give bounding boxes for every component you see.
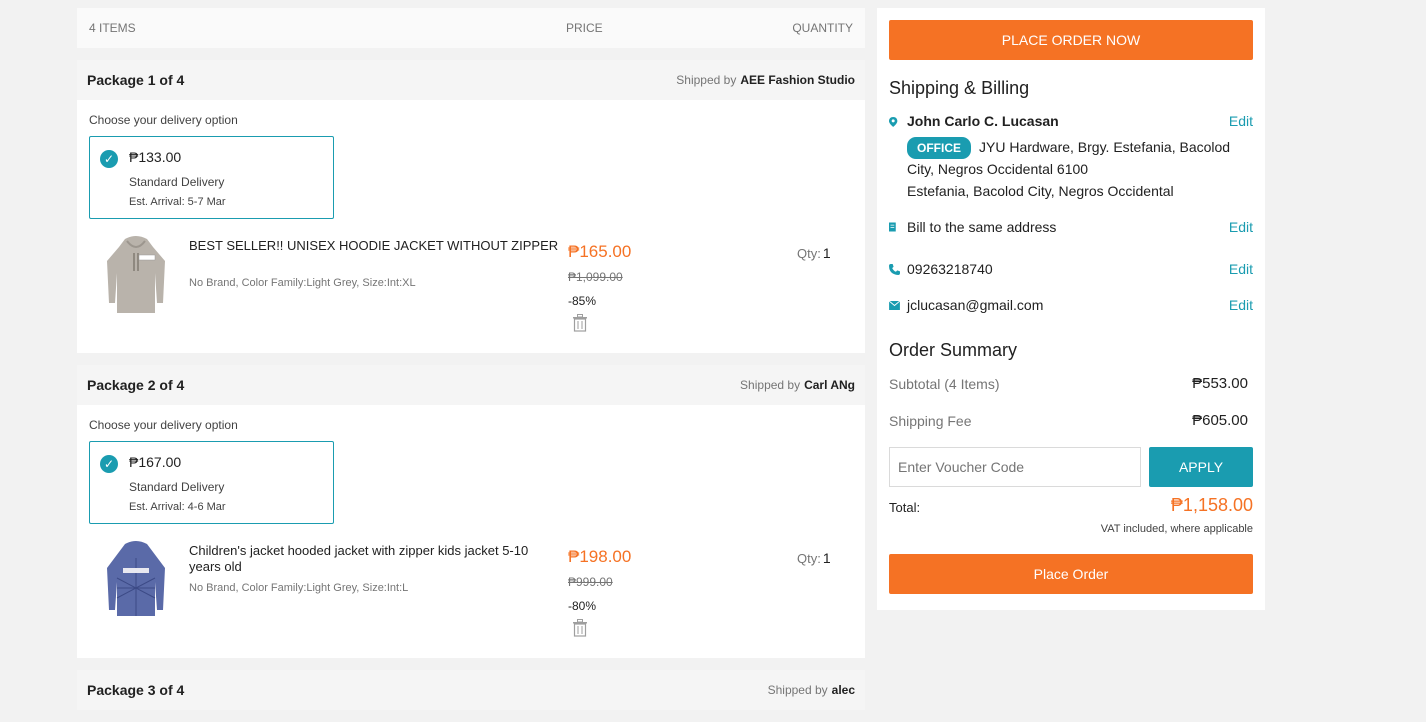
cart-header: 4 ITEMS PRICE QUANTITY (77, 8, 865, 48)
package-body: Choose your delivery option ✓ ₱167.00 St… (77, 405, 865, 658)
cart-column: 4 ITEMS PRICE QUANTITY Package 1 of 4 Sh… (77, 8, 865, 710)
shipping-fee-label: Shipping Fee (889, 413, 972, 429)
product-price: ₱198.00 (568, 547, 632, 566)
delivery-type: Standard Delivery (129, 175, 225, 189)
mail-icon (889, 301, 900, 310)
email-row: jclucasan@gmail.com Edit (889, 297, 1253, 313)
product-variant: No Brand, Color Family:Light Grey, Size:… (189, 582, 409, 594)
subtotal-row: Subtotal (4 Items) ₱553.00 (889, 375, 1253, 392)
delivery-option-card[interactable]: ✓ ₱167.00 Standard Delivery Est. Arrival… (89, 441, 334, 524)
trash-icon[interactable] (572, 619, 588, 637)
vat-note: VAT included, where applicable (1100, 523, 1253, 535)
product-title[interactable]: BEST SELLER!! UNISEX HOODIE JACKET WITHO… (189, 238, 559, 254)
package-2: Package 2 of 4 Shipped by Carl ANg Choose… (77, 365, 865, 658)
subtotal-value: ₱553.00 (1192, 375, 1248, 392)
delivery-price: ₱167.00 (129, 454, 182, 470)
package-header: Package 2 of 4 Shipped by Carl ANg (77, 365, 865, 405)
shipped-by-label: Shipped by (740, 378, 801, 392)
phone-icon (889, 264, 900, 275)
delivery-option-card[interactable]: ✓ ₱133.00 Standard Delivery Est. Arrival… (89, 136, 334, 219)
product-variant: No Brand, Color Family:Light Grey, Size:… (189, 277, 416, 289)
shipped-by: Shipped by Carl ANg (740, 378, 855, 392)
seller-name[interactable]: alec (832, 683, 855, 697)
shipping-address: John Carlo C. Lucasan Edit OFFICE JYU Har… (889, 113, 1253, 201)
shipped-by: Shipped by AEE Fashion Studio (676, 73, 855, 87)
edit-email-link[interactable]: Edit (1229, 297, 1253, 313)
quantity-label: Qty: (797, 246, 821, 261)
quantity-column-header: QUANTITY (792, 21, 853, 35)
location-pin-icon (889, 117, 898, 127)
phone-number: 09263218740 (907, 261, 993, 277)
address-line2: Estefania, Bacolod City, Negros Occident… (907, 183, 1174, 199)
place-order-button[interactable]: Place Order (889, 554, 1253, 594)
seller-name[interactable]: Carl ANg (804, 378, 855, 392)
order-summary-panel: PLACE ORDER NOW Shipping & Billing John … (877, 8, 1265, 610)
trash-icon[interactable] (572, 314, 588, 332)
total-label: Total: (889, 500, 921, 515)
product-original-price: ₱1,099.00 (568, 270, 623, 284)
edit-address-link[interactable]: Edit (1229, 113, 1253, 129)
bill-same-address: Bill to the same address (907, 219, 1057, 235)
shipped-by: Shipped by alec (768, 683, 855, 697)
billing-row: Bill to the same address Edit (889, 219, 1253, 235)
product-title[interactable]: Children's jacket hooded jacket with zip… (189, 543, 559, 575)
voucher-code-input[interactable] (889, 447, 1141, 487)
package-title: Package 2 of 4 (87, 377, 185, 393)
package-title: Package 1 of 4 (87, 72, 185, 88)
apply-voucher-button[interactable]: APPLY (1149, 447, 1253, 487)
check-icon: ✓ (100, 455, 118, 473)
product-discount: -80% (568, 599, 597, 613)
delivery-arrival: Est. Arrival: 4-6 Mar (129, 501, 226, 513)
billing-icon (889, 222, 896, 232)
quantity: Qty: 1 (797, 245, 831, 261)
quantity-value[interactable]: 1 (823, 550, 831, 566)
phone-row: 09263218740 Edit (889, 261, 1253, 277)
quantity-label: Qty: (797, 551, 821, 566)
shipping-fee-row: Shipping Fee ₱605.00 (889, 412, 1253, 429)
delivery-option-label: Choose your delivery option (89, 113, 238, 127)
shipped-by-label: Shipped by (676, 73, 737, 87)
product-image[interactable] (103, 233, 169, 317)
total-row: Total: ₱1,158.00 (889, 495, 1253, 515)
quantity: Qty: 1 (797, 550, 831, 566)
package-header: Package 3 of 4 Shipped by alec (77, 670, 865, 710)
seller-name[interactable]: AEE Fashion Studio (740, 73, 855, 87)
total-value: ₱1,158.00 (1170, 495, 1253, 515)
address-block: OFFICE JYU Hardware, Brgy. Estefania, Bac… (907, 137, 1253, 201)
delivery-type: Standard Delivery (129, 480, 225, 494)
delivery-option-label: Choose your delivery option (89, 418, 238, 432)
shipping-fee-value: ₱605.00 (1192, 412, 1248, 429)
recipient-name: John Carlo C. Lucasan (907, 113, 1059, 129)
shipped-by-label: Shipped by (767, 683, 828, 697)
package-3: Package 3 of 4 Shipped by alec (77, 670, 865, 710)
edit-phone-link[interactable]: Edit (1229, 261, 1253, 277)
delivery-arrival: Est. Arrival: 5-7 Mar (129, 196, 226, 208)
items-count: 4 ITEMS (89, 21, 136, 35)
order-summary-title: Order Summary (889, 340, 1018, 360)
shipping-billing-title: Shipping & Billing (889, 78, 1030, 98)
product-discount: -85% (568, 294, 597, 308)
package-1: Package 1 of 4 Shipped by AEE Fashion Stu… (77, 60, 865, 353)
place-order-now-button[interactable]: PLACE ORDER NOW (889, 20, 1253, 60)
package-title: Package 3 of 4 (87, 682, 185, 698)
delivery-price: ₱133.00 (129, 149, 182, 165)
product-price: ₱165.00 (568, 242, 632, 261)
subtotal-label: Subtotal (4 Items) (889, 376, 1000, 392)
email-address: jclucasan@gmail.com (907, 297, 1044, 313)
edit-billing-link[interactable]: Edit (1229, 219, 1253, 235)
price-column-header: PRICE (566, 21, 603, 35)
package-body: Choose your delivery option ✓ ₱133.00 St… (77, 100, 865, 353)
quantity-value[interactable]: 1 (823, 245, 831, 261)
product-image[interactable] (103, 538, 169, 622)
check-icon: ✓ (100, 150, 118, 168)
package-header: Package 1 of 4 Shipped by AEE Fashion Stu… (77, 60, 865, 100)
product-original-price: ₱999.00 (568, 575, 613, 589)
address-tag-badge: OFFICE (907, 137, 971, 159)
